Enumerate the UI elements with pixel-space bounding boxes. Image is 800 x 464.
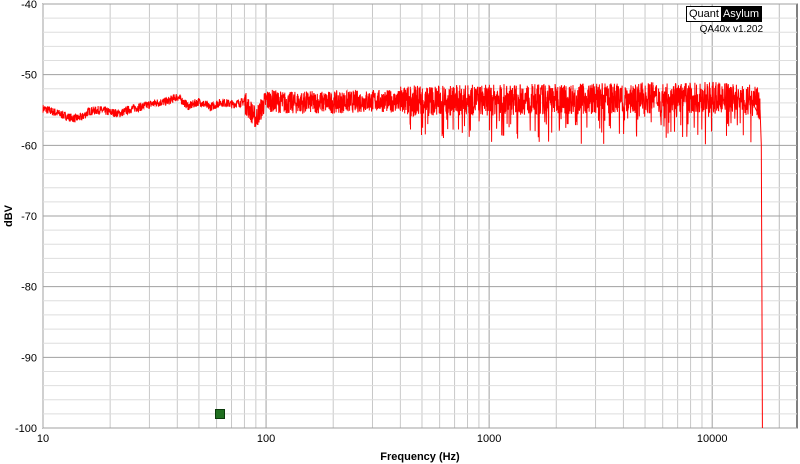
- y-tick-label: -70: [21, 211, 37, 223]
- quantasylum-logo: Quant Asylum: [685, 6, 762, 22]
- x-tick-label: 10000: [697, 433, 728, 445]
- y-tick-label: -90: [21, 352, 37, 364]
- y-tick-label: -80: [21, 282, 37, 294]
- y-tick-label: -50: [21, 70, 37, 82]
- x-axis-label: Frequency (Hz): [380, 451, 460, 463]
- logo-left-text: Quant: [686, 7, 721, 21]
- x-tick-label: 100: [257, 433, 275, 445]
- y-axis-label: dBV: [3, 204, 15, 227]
- y-tick-label: -100: [15, 423, 37, 435]
- y-tick-label: -40: [21, 0, 37, 11]
- cursor-marker[interactable]: [214, 408, 225, 419]
- x-tick-label: 1000: [477, 433, 501, 445]
- version-label: QA40x v1.202: [699, 24, 763, 35]
- y-tick-label: -60: [21, 140, 37, 152]
- spectrum-chart: 10 100 1000 10000 -40 -50 -60 -70 -80 -90 -100 Fre…: [3, 0, 798, 463]
- logo-right-text: Asylum: [720, 7, 761, 21]
- x-tick-label: 10: [37, 433, 49, 445]
